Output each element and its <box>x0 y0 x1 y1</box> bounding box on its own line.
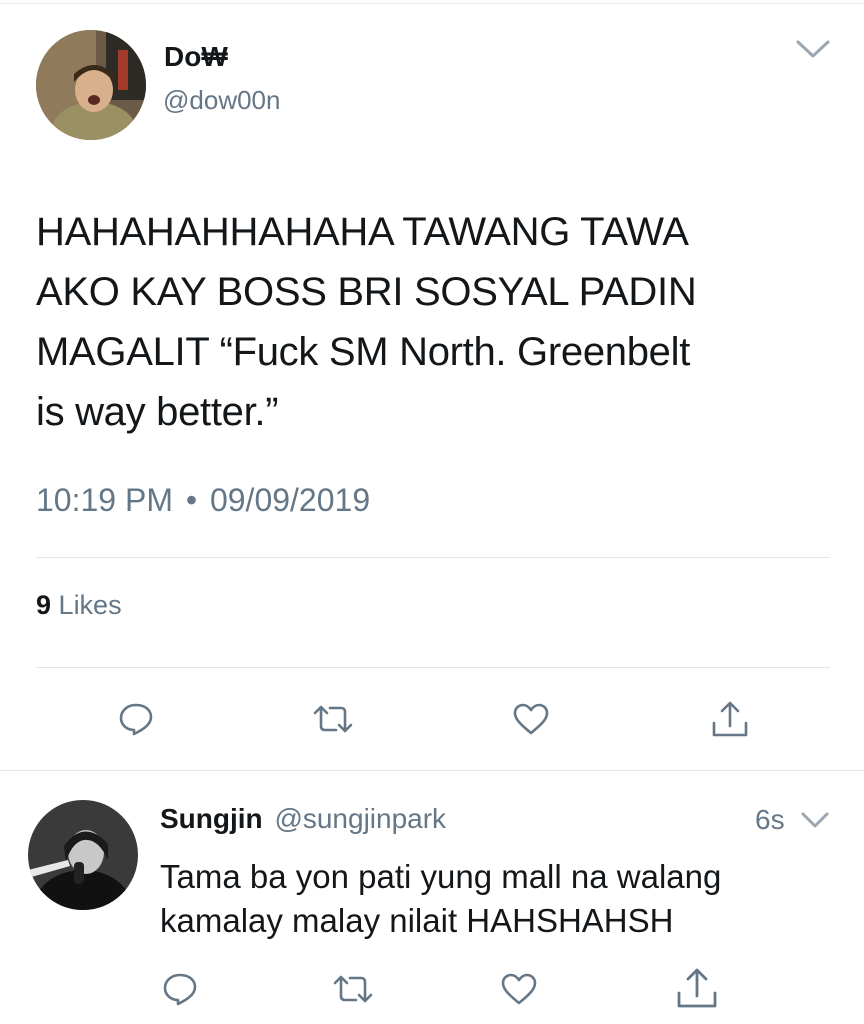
reply-author-avatar[interactable] <box>28 800 138 910</box>
tweet-reply-divider <box>0 770 864 771</box>
tweet-timestamp[interactable]: 10:19 PM • 09/09/2019 <box>36 480 370 520</box>
likes-label: Likes <box>58 590 122 620</box>
reply-text-line: kamalay malay nilait HAHSHAHSH <box>160 902 674 939</box>
reply-handle[interactable]: @sungjinpark <box>274 803 446 834</box>
tweet-text-line: AKO KAY BOSS BRI SOSYAL PADIN <box>36 270 697 314</box>
reply-share-icon[interactable] <box>675 966 719 1010</box>
tweet-time: 10:19 PM <box>36 482 173 518</box>
reply-header: Sungjin @sungjinpark <box>160 802 446 836</box>
tweet-text-line: is way better.” <box>36 390 279 434</box>
tweet-text-line: MAGALIT “Fuck SM North. Greenbelt <box>36 330 691 374</box>
author-display-name[interactable]: Do₩ <box>164 40 228 74</box>
reply-text-line: Tama ba yon pati yung mall na walang <box>160 858 722 895</box>
reply-display-name[interactable]: Sungjin <box>160 803 263 834</box>
tweet-text: HAHAHAHHAHAHA TAWANG TAWA AKO KAY BOSS B… <box>36 202 697 442</box>
share-icon[interactable] <box>710 699 750 739</box>
retweet-icon[interactable] <box>312 704 354 734</box>
reply-like-icon[interactable] <box>500 972 538 1006</box>
reply-retweet-icon[interactable] <box>332 974 374 1004</box>
like-icon[interactable] <box>512 702 550 736</box>
reply-icon[interactable] <box>118 702 154 736</box>
top-divider <box>0 3 864 4</box>
author-avatar[interactable] <box>36 30 146 140</box>
timestamp-separator: • <box>185 482 198 518</box>
likes-count: 9 <box>36 590 52 620</box>
tweet-options-chevron-icon[interactable] <box>795 38 831 65</box>
tweet-text-line: HAHAHAHHAHAHA TAWANG TAWA <box>36 210 689 254</box>
reply-text: Tama ba yon pati yung mall na walang kam… <box>160 855 721 943</box>
author-handle[interactable]: @dow00n <box>163 84 280 116</box>
reply-age: 6s <box>755 804 785 835</box>
reply-reply-icon[interactable] <box>162 972 198 1006</box>
stats-divider-top <box>36 557 830 558</box>
likes-stat[interactable]: 9 Likes <box>36 588 122 622</box>
reply-options-chevron-icon[interactable] <box>800 810 830 835</box>
tweet-date: 09/09/2019 <box>209 482 371 518</box>
stats-divider-bottom <box>36 667 830 668</box>
